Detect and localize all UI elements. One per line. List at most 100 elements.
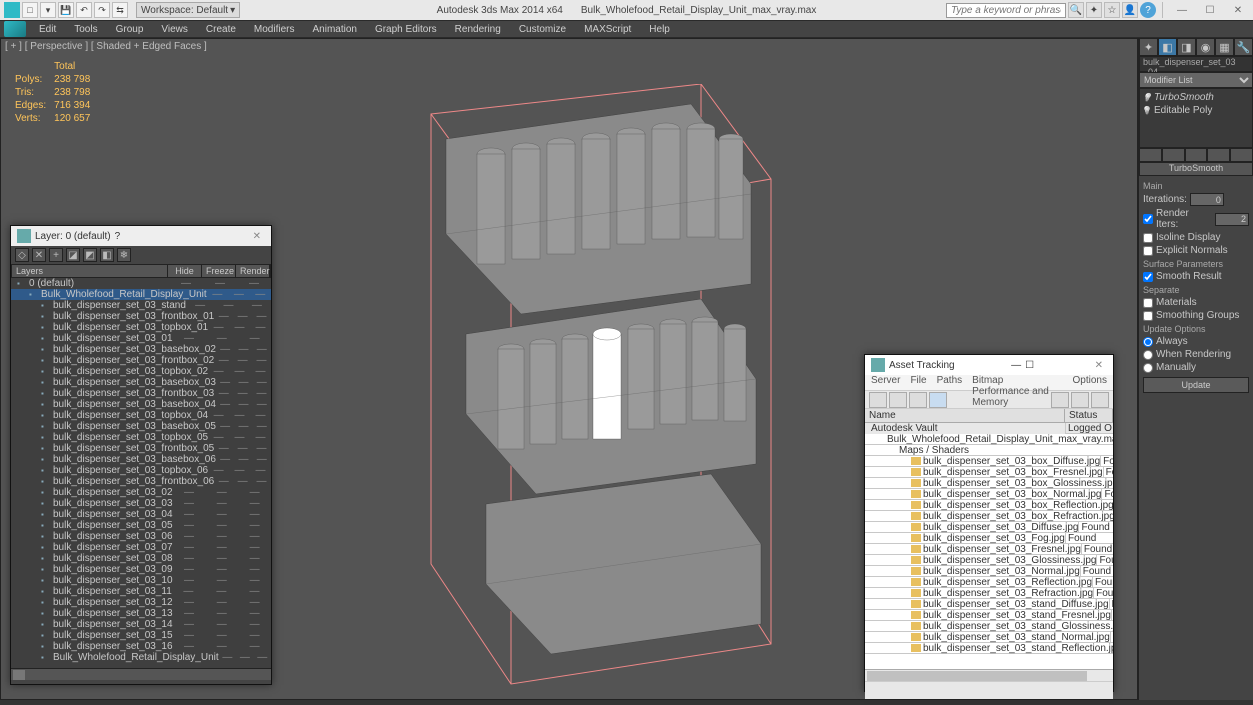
modifier-list-dropdown[interactable]: Modifier List	[1139, 72, 1253, 88]
proxy-icon[interactable]	[1091, 392, 1109, 408]
select-highlight-icon[interactable]: ◪	[66, 248, 80, 262]
layer-row[interactable]: ▪bulk_dispenser_set_03_basebox_06———	[11, 454, 271, 465]
menu-graph-editors[interactable]: Graph Editors	[366, 24, 446, 35]
asset-row[interactable]: bulk_dispenser_set_03_stand_Normal.jpgFo…	[865, 632, 1113, 643]
layer-row[interactable]: ▪bulk_dispenser_set_03_06———	[11, 531, 271, 542]
layer-row[interactable]: ▪Bulk_Wholefood_Retail_Display_Unit———	[11, 289, 271, 300]
asset-scrollbar[interactable]	[865, 669, 1113, 681]
asset-menu-options[interactable]: Options	[1073, 375, 1107, 390]
layer-tree[interactable]: ▪0 (default)———▪Bulk_Wholefood_Retail_Di…	[11, 278, 271, 668]
layer-row[interactable]: ▪bulk_dispenser_set_03_11———	[11, 586, 271, 597]
asset-menu-file[interactable]: File	[910, 375, 926, 390]
layer-row[interactable]: ▪bulk_dispenser_set_03_topbox_04———	[11, 410, 271, 421]
app-icon[interactable]	[4, 2, 20, 18]
menu-maxscript[interactable]: MAXScript	[575, 24, 640, 35]
layer-row[interactable]: ▪bulk_dispenser_set_03_topbox_06———	[11, 465, 271, 476]
menu-create[interactable]: Create	[197, 24, 245, 35]
iterations-spinner[interactable]	[1190, 193, 1224, 206]
asset-menu-server[interactable]: Server	[871, 375, 900, 390]
workspace-dropdown[interactable]: Workspace: Default▾	[136, 2, 240, 18]
asset-row[interactable]: Bulk_Wholefood_Retail_Display_Unit_max_v…	[865, 434, 1113, 445]
redo-icon[interactable]: ↷	[94, 2, 110, 18]
app-logo-icon[interactable]	[4, 21, 26, 37]
rollout-header[interactable]: TurboSmooth	[1139, 162, 1253, 176]
layer-row[interactable]: ▪bulk_dispenser_set_03_15———	[11, 630, 271, 641]
tree-icon[interactable]	[909, 392, 927, 408]
layer-row[interactable]: ▪bulk_dispenser_set_03_frontbox_02———	[11, 355, 271, 366]
hide-icon[interactable]: ◧	[100, 248, 114, 262]
asset-row[interactable]: bulk_dispenser_set_03_stand_Reflection.j…	[865, 643, 1113, 654]
new-icon[interactable]: □	[22, 2, 38, 18]
asset-row[interactable]: bulk_dispenser_set_03_Fresnel.jpgFound	[865, 544, 1113, 555]
layer-row[interactable]: ▪bulk_dispenser_set_03_basebox_02———	[11, 344, 271, 355]
comm-icon[interactable]: ✦	[1086, 2, 1102, 18]
stack-item-editable-poly[interactable]: Editable Poly	[1142, 104, 1250, 117]
layer-row[interactable]: ▪bulk_dispenser_set_03_10———	[11, 575, 271, 586]
help-icon[interactable]: ?	[115, 231, 121, 242]
asset-row[interactable]: bulk_dispenser_set_03_Fog.jpgFound	[865, 533, 1113, 544]
when-rendering-radio[interactable]	[1143, 350, 1153, 360]
minimize-icon[interactable]: —	[1011, 360, 1021, 371]
motion-tab-icon[interactable]: ◉	[1196, 38, 1215, 56]
explicit-checkbox[interactable]	[1143, 246, 1153, 256]
menu-customize[interactable]: Customize	[510, 24, 575, 35]
layer-row[interactable]: ▪bulk_dispenser_set_03_topbox_05———	[11, 432, 271, 443]
menu-animation[interactable]: Animation	[303, 24, 365, 35]
layer-row[interactable]: ▪bulk_dispenser_set_03_basebox_04———	[11, 399, 271, 410]
layer-row[interactable]: ▪bulk_dispenser_set_03_basebox_05———	[11, 421, 271, 432]
asset-list[interactable]: Autodesk VaultLogged OBulk_Wholefood_Ret…	[865, 423, 1113, 669]
menu-edit[interactable]: Edit	[30, 24, 65, 35]
asset-row[interactable]: Maps / Shaders	[865, 445, 1113, 456]
layer-row[interactable]: ▪Bulk_Wholefood_Retail_Display_Unit———	[11, 652, 271, 663]
link-icon[interactable]: ⇆	[112, 2, 128, 18]
asset-row[interactable]: bulk_dispenser_set_03_box_Glossiness.jpg…	[865, 478, 1113, 489]
utilities-tab-icon[interactable]: 🔧	[1234, 38, 1253, 56]
help-icon[interactable]: ?	[1140, 2, 1156, 18]
minimize-icon[interactable]: —	[1169, 0, 1195, 20]
layer-row[interactable]: ▪bulk_dispenser_set_03_16———	[11, 641, 271, 652]
asset-tracking-window[interactable]: Asset Tracking—☐✕ ServerFilePathsBitmap …	[864, 354, 1114, 692]
asset-row[interactable]: bulk_dispenser_set_03_Reflection.jpgFoun…	[865, 577, 1113, 588]
render-iters-spinner[interactable]	[1215, 213, 1249, 226]
open-icon[interactable]: ▾	[40, 2, 56, 18]
status-icon[interactable]	[889, 392, 907, 408]
asset-row[interactable]: bulk_dispenser_set_03_box_Refraction.jpg…	[865, 511, 1113, 522]
menu-tools[interactable]: Tools	[65, 24, 106, 35]
manually-radio[interactable]	[1143, 363, 1153, 373]
asset-row[interactable]: bulk_dispenser_set_03_stand_Glossiness.j…	[865, 621, 1113, 632]
isoline-checkbox[interactable]	[1143, 233, 1153, 243]
freeze-icon[interactable]: ❄	[117, 248, 131, 262]
add-to-layer-icon[interactable]: +	[49, 248, 63, 262]
asset-row[interactable]: bulk_dispenser_set_03_Diffuse.jpgFound	[865, 522, 1113, 533]
exchange-icon[interactable]: ☆	[1104, 2, 1120, 18]
modifier-stack[interactable]: TurboSmooth Editable Poly	[1139, 88, 1253, 148]
asset-row[interactable]: bulk_dispenser_set_03_Glossiness.jpgFoun…	[865, 555, 1113, 566]
delete-layer-icon[interactable]: ✕	[32, 248, 46, 262]
layer-row[interactable]: ▪bulk_dispenser_set_03_frontbox_03———	[11, 388, 271, 399]
asset-row[interactable]: bulk_dispenser_set_03_Refraction.jpgFoun…	[865, 588, 1113, 599]
layer-row[interactable]: ▪bulk_dispenser_set_03_topbox_01———	[11, 322, 271, 333]
search-input[interactable]	[946, 3, 1066, 18]
layer-row[interactable]: ▪bulk_dispenser_set_03_01———	[11, 333, 271, 344]
layer-row[interactable]: ▪bulk_dispenser_set_03_stand———	[11, 300, 271, 311]
update-button[interactable]: Update	[1143, 377, 1249, 393]
highlight-icon[interactable]	[1051, 392, 1069, 408]
layer-row[interactable]: ▪bulk_dispenser_set_03_basebox_03———	[11, 377, 271, 388]
refresh-icon[interactable]	[869, 392, 887, 408]
render-iters-checkbox[interactable]	[1143, 214, 1153, 224]
layer-row[interactable]: ▪bulk_dispenser_set_03_09———	[11, 564, 271, 575]
asset-menu-paths[interactable]: Paths	[937, 375, 963, 390]
create-tab-icon[interactable]: ✦	[1139, 38, 1158, 56]
menu-views[interactable]: Views	[152, 24, 197, 35]
undo-icon[interactable]: ↶	[76, 2, 92, 18]
layer-row[interactable]: ▪bulk_dispenser_set_03_13———	[11, 608, 271, 619]
signin-icon[interactable]: 👤	[1122, 2, 1138, 18]
stack-tools[interactable]	[1139, 148, 1253, 162]
asset-row[interactable]: bulk_dispenser_set_03_Normal.jpgFound	[865, 566, 1113, 577]
config-icon[interactable]	[1230, 148, 1253, 162]
maximize-icon[interactable]: ☐	[1197, 0, 1223, 20]
asset-menu-bitmap-performance-and-memory[interactable]: Bitmap Performance and Memory	[972, 375, 1062, 390]
menu-group[interactable]: Group	[107, 24, 153, 35]
tableview-icon[interactable]	[929, 392, 947, 408]
hierarchy-tab-icon[interactable]: ◨	[1177, 38, 1196, 56]
